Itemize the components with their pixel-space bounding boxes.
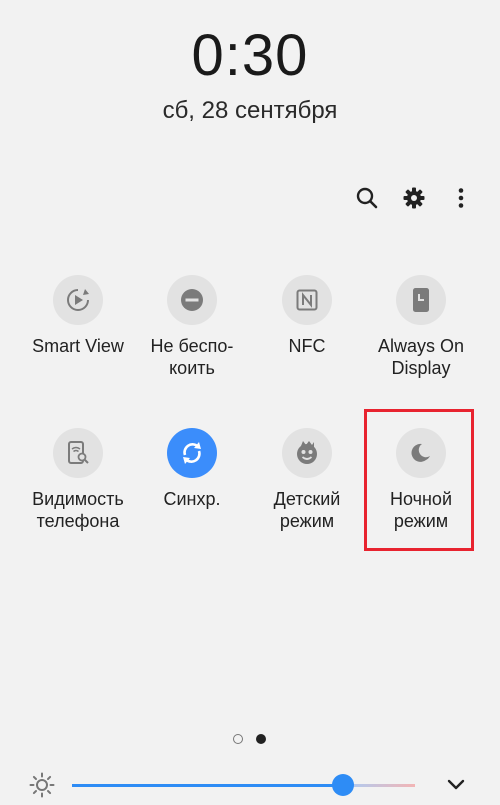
tile-label: Не беспо- коить bbox=[150, 336, 234, 378]
gear-icon bbox=[403, 187, 425, 209]
date: сб, 28 сентября bbox=[162, 97, 338, 124]
tile-sync-circle bbox=[167, 428, 217, 478]
tile-phone-visibility-circle bbox=[53, 428, 103, 478]
expand-button[interactable] bbox=[444, 772, 468, 796]
tile-label: Always On Display bbox=[377, 336, 465, 378]
brightness-icon bbox=[29, 772, 55, 798]
brightness-slider-thumb[interactable] bbox=[332, 774, 354, 796]
brightness-slider-track[interactable] bbox=[72, 784, 415, 787]
tile-label: Детский режим bbox=[273, 489, 341, 531]
tile-sync[interactable]: Синхр. bbox=[132, 428, 252, 546]
clock: 0:30 bbox=[191, 23, 309, 88]
smart-view-icon bbox=[67, 289, 89, 311]
tile-label: Smart View bbox=[32, 336, 124, 356]
highlight-frame bbox=[364, 409, 474, 551]
tile-kids-mode-circle bbox=[282, 428, 332, 478]
tile-smart-view-circle bbox=[53, 275, 103, 325]
tile-label: Видимость телефона bbox=[32, 489, 124, 531]
do-not-disturb-icon bbox=[181, 289, 203, 311]
more-vertical-icon bbox=[458, 188, 464, 208]
page-indicator bbox=[0, 734, 500, 746]
chevron-down-icon bbox=[447, 779, 465, 790]
search-icon bbox=[356, 187, 378, 209]
kids-mode-icon bbox=[297, 441, 317, 464]
tile-always-on-display-circle bbox=[396, 275, 446, 325]
page-dot-1[interactable] bbox=[233, 734, 243, 744]
tile-phone-visibility[interactable]: Видимость телефона bbox=[18, 428, 138, 546]
always-on-display-icon bbox=[413, 288, 429, 312]
tile-nfc-circle bbox=[282, 275, 332, 325]
tile-kids-mode[interactable]: Детский режим bbox=[247, 428, 367, 546]
nfc-icon bbox=[296, 289, 318, 311]
tile-smart-view[interactable]: Smart View bbox=[18, 275, 138, 393]
tile-do-not-disturb-circle bbox=[167, 275, 217, 325]
tile-always-on-display[interactable]: Always On Display bbox=[361, 275, 481, 393]
tile-do-not-disturb[interactable]: Не беспо- коить bbox=[132, 275, 252, 393]
tile-nfc[interactable]: NFC bbox=[247, 275, 367, 393]
sync-icon bbox=[183, 442, 201, 464]
settings-button[interactable] bbox=[396, 180, 432, 216]
tile-label: Синхр. bbox=[163, 489, 221, 509]
tile-label: NFC bbox=[288, 336, 326, 356]
more-options-button[interactable] bbox=[443, 180, 479, 216]
brightness-indicator bbox=[28, 771, 56, 799]
search-button[interactable] bbox=[349, 180, 385, 216]
page-dot-2[interactable] bbox=[256, 734, 266, 744]
phone-visibility-icon bbox=[68, 441, 89, 464]
